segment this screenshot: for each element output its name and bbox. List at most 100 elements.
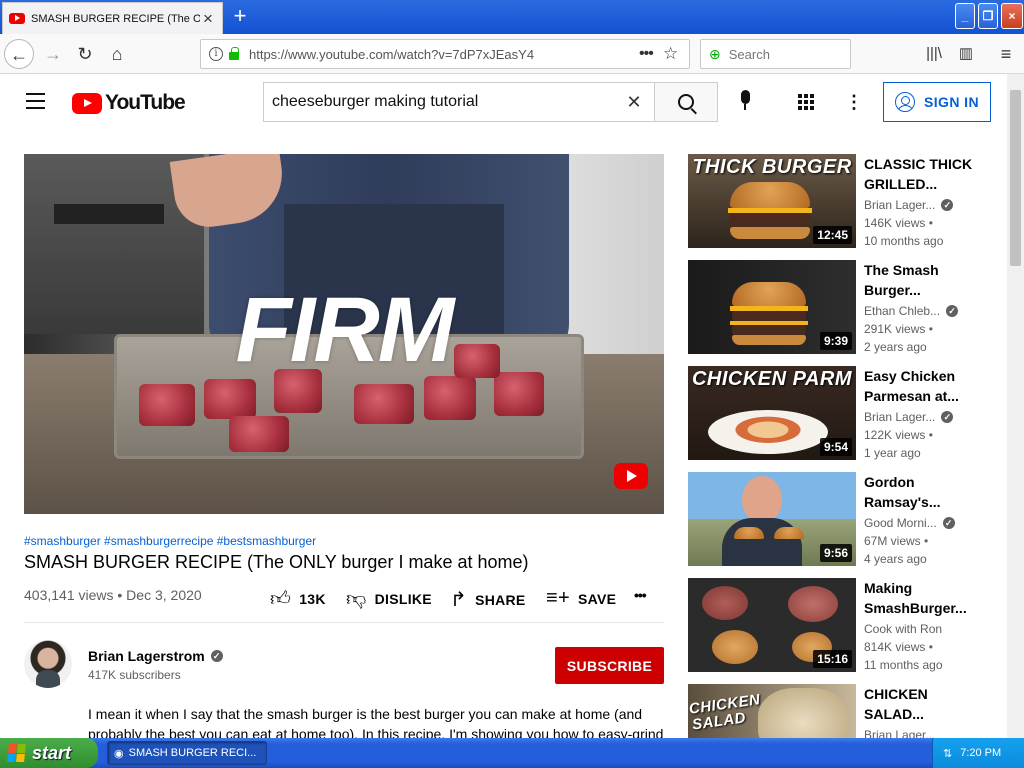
verified-check-icon: ✓ <box>946 305 959 317</box>
lock-icon[interactable] <box>229 47 239 60</box>
related-title[interactable]: Gordon Ramsay's... <box>864 472 976 512</box>
taskbar: start ◉ SMASH BURGER RECI... ⇅ 7:20 PM <box>0 738 1024 768</box>
sidebar-toggle-icon[interactable]: ▥ <box>952 39 980 69</box>
channel-name-link[interactable]: Brian Lagerstrom ✓ <box>88 648 223 664</box>
verified-check-icon: ✓ <box>210 650 223 662</box>
related-channel[interactable]: Good Morni... ✓ <box>864 516 955 530</box>
home-icon[interactable]: ⌂ <box>102 39 132 69</box>
start-label: start <box>32 742 72 763</box>
bookmark-star-icon[interactable]: ☆ <box>663 44 689 64</box>
related-video[interactable]: 9:39 The Smash Burger... Ethan Chleb... ✓… <box>688 260 988 354</box>
start-button[interactable]: start <box>0 738 98 768</box>
apps-grid-icon[interactable] <box>798 94 814 110</box>
taskbar-window-button[interactable]: ◉ SMASH BURGER RECI... <box>107 741 267 765</box>
video-hashtags[interactable]: #smashburger #smashburgerrecipe #bestsma… <box>24 534 316 548</box>
more-actions-button[interactable]: ••• <box>634 587 647 603</box>
page-scrollbar[interactable] <box>1007 74 1024 738</box>
related-title[interactable]: CHICKEN SALAD... <box>864 684 976 724</box>
search-box[interactable]: ✕ <box>263 82 655 122</box>
related-title[interactable]: Easy Chicken Parmesan at... <box>864 366 976 406</box>
related-thumbnail[interactable]: 9:39 <box>688 260 856 354</box>
share-icon: ↱ <box>450 589 468 611</box>
video-player[interactable]: FIRM <box>24 154 664 514</box>
related-views: 291K views • <box>864 322 933 336</box>
info-icon[interactable]: i <box>209 47 223 61</box>
clear-search-icon[interactable]: ✕ <box>622 92 646 113</box>
clock[interactable]: 7:20 PM <box>960 747 1001 759</box>
channel-watermark-icon[interactable] <box>614 463 648 489</box>
related-thumbnail[interactable]: THICK BURGER 12:45 <box>688 154 856 248</box>
bun <box>712 630 758 664</box>
share-button[interactable]: ↱ SHARE <box>450 587 526 612</box>
save-button[interactable]: ≡+ SAVE <box>546 587 616 610</box>
related-channel[interactable]: Ethan Chleb... ✓ <box>864 304 959 318</box>
minimize-button[interactable]: _ <box>955 3 975 29</box>
sign-in-button[interactable]: SIGN IN <box>883 82 991 122</box>
verified-check-icon: ✓ <box>942 517 955 529</box>
related-channel[interactable]: Brian Lager... ✓ <box>864 198 954 212</box>
scrollbar-thumb[interactable] <box>1010 90 1021 266</box>
browser-tab[interactable]: SMASH BURGER RECIPE (The ONL × <box>2 2 223 34</box>
related-age: 11 months ago <box>864 658 943 672</box>
firefox-icon: ◉ <box>114 747 124 760</box>
channel-avatar[interactable] <box>24 640 72 688</box>
restore-button[interactable]: ❐ <box>978 3 998 29</box>
address-bar[interactable]: i https://www.youtube.com/watch?v=7dP7xJ… <box>200 39 690 69</box>
close-window-button[interactable]: × <box>1001 3 1023 29</box>
related-channel[interactable]: Brian Lager... <box>864 728 935 738</box>
related-channel-name[interactable]: Good Morni... <box>864 516 937 530</box>
raw-patty <box>702 586 748 620</box>
new-tab-button[interactable]: + <box>228 5 252 29</box>
reload-button[interactable]: ↻ <box>70 39 100 69</box>
related-channel-name[interactable]: Ethan Chleb... <box>864 304 940 318</box>
subscribe-button[interactable]: SUBSCRIBE <box>555 647 664 684</box>
menu-icon[interactable]: ≡ <box>992 39 1020 69</box>
dislike-button[interactable]: 👎︎ DISLIKE <box>346 587 432 611</box>
tab-close-icon[interactable]: × <box>200 10 216 27</box>
related-thumbnail[interactable]: 9:56 <box>688 472 856 566</box>
related-video[interactable]: CHICKEN PARM 9:54 Easy Chicken Parmesan … <box>688 366 988 460</box>
taskbar-window-label: SMASH BURGER RECI... <box>128 747 257 759</box>
like-button[interactable]: 👍︎ 13K <box>270 587 326 611</box>
back-button[interactable]: ← <box>4 39 34 69</box>
related-channel-name[interactable]: Brian Lager... <box>864 410 935 424</box>
browser-search-field[interactable]: ⊕ Search <box>700 39 851 69</box>
subscriber-count: 417K subscribers <box>88 668 181 682</box>
page-actions-icon[interactable]: ••• <box>639 45 663 63</box>
browser-titlebar: SMASH BURGER RECIPE (The ONL × + _ ❐ × <box>0 0 1024 34</box>
related-title[interactable]: CLASSIC THICK GRILLED... <box>864 154 976 194</box>
related-thumbnail[interactable]: CHICKEN PARM 9:54 <box>688 366 856 460</box>
logo-text: YouTube <box>105 91 186 114</box>
add-to-playlist-icon: ≡+ <box>546 587 570 609</box>
related-video[interactable]: THICK BURGER 12:45 CLASSIC THICK GRILLED… <box>688 154 988 248</box>
network-icon[interactable]: ⇅ <box>943 747 952 760</box>
search-input[interactable] <box>272 93 622 111</box>
related-channel-name[interactable]: Brian Lager... <box>864 198 935 212</box>
related-video[interactable]: 9:56 Gordon Ramsay's... Good Morni... ✓ 6… <box>688 472 988 566</box>
related-video[interactable]: 15:16 Making SmashBurger... Cook with Ro… <box>688 578 988 672</box>
youtube-header: YouTube ✕ ⋮ SIGN IN <box>0 74 1007 130</box>
save-label: SAVE <box>577 590 617 607</box>
related-title[interactable]: Making SmashBurger... <box>864 578 976 618</box>
related-age: 1 year ago <box>864 446 921 460</box>
related-channel[interactable]: Cook with Ron <box>864 622 942 636</box>
related-thumbnail[interactable]: 15:16 <box>688 578 856 672</box>
related-thumbnail[interactable]: CHICKEN SALAD <box>688 684 856 738</box>
related-views: 814K views • <box>864 640 933 654</box>
settings-kebab-icon[interactable]: ⋮ <box>845 92 863 112</box>
forward-button[interactable]: → <box>38 39 68 69</box>
related-title[interactable]: The Smash Burger... <box>864 260 976 300</box>
related-views: 146K views • <box>864 216 933 230</box>
sandwich <box>758 688 848 738</box>
video-overlay-text: FIRM <box>235 279 455 381</box>
channel-name[interactable]: Brian Lagerstrom <box>88 648 205 664</box>
library-icon[interactable]: |||\ <box>920 39 948 69</box>
search-button[interactable] <box>654 82 718 122</box>
guide-menu-icon[interactable] <box>26 93 45 109</box>
thumbnail-text: CHICKEN PARM <box>691 368 853 390</box>
related-video[interactable]: CHICKEN SALAD CHICKEN SALAD... Brian Lag… <box>688 684 988 738</box>
microphone-icon[interactable] <box>738 90 752 114</box>
youtube-logo[interactable]: YouTube <box>72 91 186 115</box>
url-text[interactable]: https://www.youtube.com/watch?v=7dP7xJEa… <box>249 47 639 62</box>
related-channel[interactable]: Brian Lager... ✓ <box>864 410 954 424</box>
